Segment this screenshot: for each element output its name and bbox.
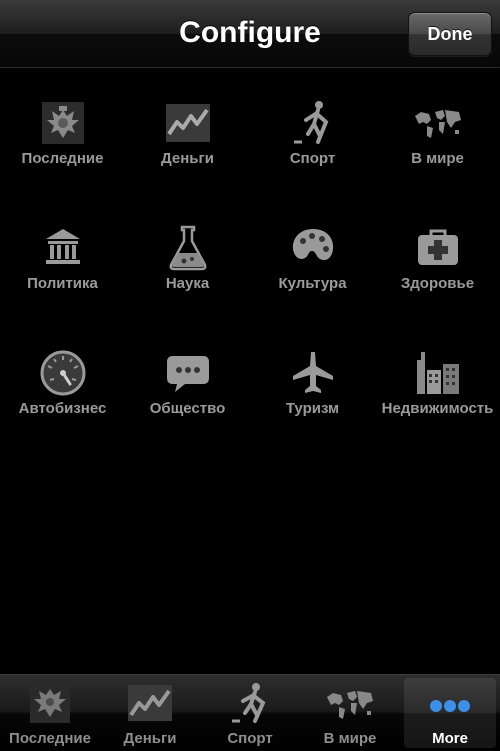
hockey-player-icon	[224, 681, 276, 725]
category-item[interactable]: Автобизнес	[0, 318, 125, 443]
tab-label: Спорт	[227, 730, 273, 747]
category-item[interactable]: Здоровье	[375, 193, 500, 318]
money-chart-icon	[163, 98, 213, 148]
tab-world[interactable]: В мире	[300, 675, 400, 751]
world-map-icon	[324, 681, 376, 725]
category-item[interactable]: Политика	[0, 193, 125, 318]
category-grid: Последние Деньги Спорт В мире Политика Н…	[0, 68, 500, 674]
tab-bar: Последние Деньги Спорт В мире More	[0, 674, 500, 750]
category-item[interactable]: Наука	[125, 193, 250, 318]
government-building-icon	[38, 223, 88, 273]
navigation-bar: Configure Done	[0, 0, 500, 68]
category-label: Деньги	[161, 150, 214, 167]
tab-latest[interactable]: Последние	[0, 675, 100, 751]
category-item[interactable]: Общество	[125, 318, 250, 443]
done-button[interactable]: Done	[408, 12, 492, 56]
tab-sport[interactable]: Спорт	[200, 675, 300, 751]
russian-eagle-icon	[38, 98, 88, 148]
category-item[interactable]: Культура	[250, 193, 375, 318]
category-item[interactable]: В мире	[375, 68, 500, 193]
category-item[interactable]: Спорт	[250, 68, 375, 193]
category-item[interactable]: Деньги	[125, 68, 250, 193]
category-label: Культура	[278, 275, 347, 292]
tab-label: Деньги	[123, 730, 177, 747]
category-item[interactable]: Туризм	[250, 318, 375, 443]
tab-label: More	[432, 730, 468, 747]
russian-eagle-icon	[24, 681, 76, 725]
buildings-icon	[413, 348, 463, 398]
category-label: Общество	[149, 400, 226, 417]
category-item[interactable]: Последние	[0, 68, 125, 193]
airplane-icon	[288, 348, 338, 398]
category-label: Туризм	[285, 400, 340, 417]
category-label: Спорт	[289, 150, 336, 167]
world-map-icon	[413, 98, 463, 148]
category-item[interactable]: Недвижимость	[375, 318, 500, 443]
speech-bubble-icon	[163, 348, 213, 398]
category-label: Недвижимость	[381, 400, 494, 417]
speedometer-icon	[38, 348, 88, 398]
category-label: Здоровье	[400, 275, 475, 292]
tab-money[interactable]: Деньги	[100, 675, 200, 751]
money-chart-icon	[124, 681, 176, 725]
tab-label: Последние	[9, 730, 91, 747]
category-label: В мире	[411, 150, 464, 167]
tab-more[interactable]: More	[404, 678, 496, 748]
medical-kit-icon	[413, 223, 463, 273]
more-dots-icon	[424, 684, 476, 728]
palette-icon	[288, 223, 338, 273]
category-label: Наука	[165, 275, 210, 292]
hockey-player-icon	[288, 98, 338, 148]
tab-label: В мире	[323, 730, 377, 747]
flask-icon	[163, 223, 213, 273]
